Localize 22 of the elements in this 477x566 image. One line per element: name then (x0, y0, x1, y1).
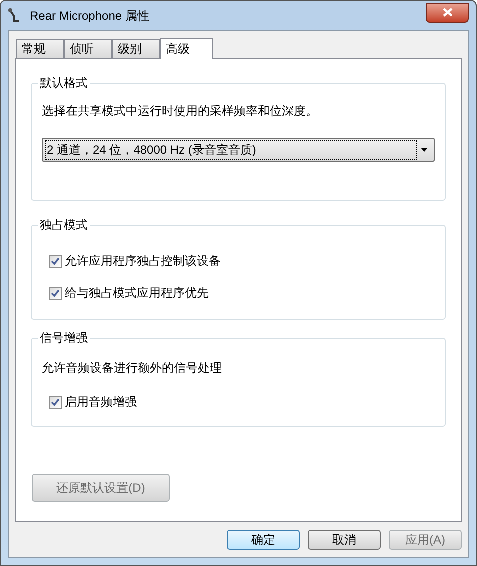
tab[interactable]: 级别 (112, 39, 160, 58)
checkbox[interactable] (49, 396, 62, 408)
group-title: 信号增强 (38, 330, 90, 346)
tab[interactable]: 常规 (16, 39, 64, 58)
tab[interactable]: 侦听 (64, 39, 112, 58)
tab[interactable]: 高级 (160, 38, 213, 59)
group-title: 默认格式 (38, 75, 90, 91)
description: 选择在共享模式中运行时使用的采样频率和位深度。 (42, 103, 319, 120)
close-icon (442, 8, 452, 17)
format-dropdown[interactable]: 2 通道，24 位，48000 Hz (录音室音质) (42, 138, 435, 162)
group-title: 独占模式 (38, 217, 90, 233)
close-button[interactable] (426, 2, 469, 22)
dropdown-arrow-icon (421, 148, 428, 152)
window-title: Rear Microphone 属性 (30, 8, 150, 24)
checkbox-label: 启用音频增强 (65, 394, 137, 411)
checkbox-label: 给与独占模式应用程序优先 (65, 285, 209, 302)
description: 允许音频设备进行额外的信号处理 (42, 360, 223, 377)
checkbox[interactable] (49, 254, 62, 268)
checkbox[interactable] (49, 286, 62, 300)
dialog-button[interactable]: 取消 (308, 530, 381, 550)
dialog-button[interactable]: 确定 (227, 530, 300, 550)
checkbox-label: 允许应用程序独占控制该设备 (65, 253, 221, 270)
